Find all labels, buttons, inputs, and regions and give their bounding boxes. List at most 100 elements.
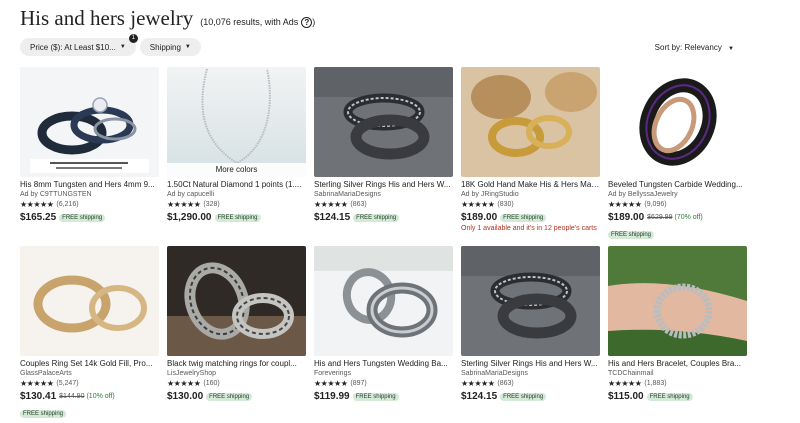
shop-name: Ad by C9TTUNGSTEN — [20, 191, 92, 198]
help-icon[interactable]: ? — [301, 16, 313, 28]
product-image[interactable] — [314, 67, 453, 177]
rating: ★★★★★ (863) — [461, 378, 600, 389]
product-title[interactable]: Sterling Silver Rings His and Hers W... — [314, 180, 453, 190]
shop-name: GlassPalaceArts — [20, 370, 72, 377]
product-card[interactable]: Sterling Silver Rings His and Hers W... … — [314, 67, 453, 223]
price-row: $1,290.00 FREE shipping — [167, 212, 306, 223]
search-header: His and hers jewelry (10,076 results, wi… — [20, 6, 315, 31]
free-shipping-badge: FREE shipping — [608, 231, 655, 239]
diamond-necklace-photo — [167, 67, 306, 177]
tungsten-ring-photo — [608, 67, 747, 177]
stock-notice: Only 1 available and it's in 12 people's… — [461, 225, 597, 232]
discount: (70% off) — [674, 214, 703, 221]
product-card[interactable]: Black twig matching rings for coupl... L… — [167, 246, 306, 402]
free-shipping-badge: FREE shipping — [206, 392, 253, 401]
rating: ★★★★★ (5,247) — [20, 378, 159, 389]
review-count: (863) — [350, 201, 367, 208]
price-filter-button[interactable]: Price ($): At Least $10... ▼ 1 — [20, 34, 138, 56]
star-rating-icon: ★★★★★ — [20, 379, 54, 388]
results-count: (10,076 results, with Ads ? ) — [200, 16, 315, 28]
gold-rings-photo — [461, 67, 600, 177]
product-image[interactable] — [20, 246, 159, 356]
product-title[interactable]: 1.50Ct Natural Diamond 1 points (1.... — [167, 180, 306, 190]
shipping-filter-button[interactable]: Shipping ▼ — [139, 38, 201, 56]
product-title[interactable]: His and Hers Tungsten Wedding Ba... — [314, 359, 453, 369]
product-title[interactable]: Beveled Tungsten Carbide Wedding... — [608, 180, 747, 190]
rating: ★★★★★ (9,096) — [608, 199, 747, 210]
chevron-down-icon: ▼ — [728, 46, 734, 52]
rating: ★★★★★ (863) — [314, 199, 453, 210]
product-image[interactable] — [461, 67, 600, 177]
more-colors-label: More colors — [167, 163, 306, 177]
product-title[interactable]: His 8mm Tungsten and Hers 4mm 9... — [20, 180, 159, 190]
tungsten-rings-photo — [20, 67, 159, 177]
free-shipping-badge: FREE shipping — [500, 392, 547, 401]
product-title[interactable]: His and Hers Bracelet, Couples Bra... — [608, 359, 747, 369]
sort-dropdown[interactable]: Sort by: Relevancy ▼ — [655, 43, 734, 52]
free-shipping-badge: FREE shipping — [59, 213, 106, 222]
star-rating-icon: ★★★★★ — [608, 200, 642, 209]
product-card[interactable]: Beveled Tungsten Carbide Wedding... Ad b… — [608, 67, 747, 241]
price-row: $119.99 FREE shipping — [314, 391, 453, 402]
star-rating-icon: ★★★★★ — [608, 379, 642, 388]
product-title[interactable]: Couples Ring Set 14k Gold Fill, Pro... — [20, 359, 159, 369]
price: $124.15 — [314, 212, 351, 223]
review-count: (897) — [350, 380, 367, 387]
review-count: (6,216) — [56, 201, 79, 208]
review-count: (9,096) — [644, 201, 667, 208]
price: $189.00 — [461, 212, 498, 223]
rating: ★★★★★ (160) — [167, 378, 306, 389]
price-row: $189.00 FREE shipping — [461, 212, 600, 223]
shop-name: Ad by JRingStudio — [461, 191, 519, 198]
silver-rings-photo — [314, 67, 453, 177]
filter-bar: Price ($): At Least $10... ▼ 1 Shipping … — [20, 34, 201, 56]
product-title[interactable]: 18K Gold Hand Make His & Hers Mat... — [461, 180, 600, 190]
product-title[interactable]: Black twig matching rings for coupl... — [167, 359, 306, 369]
product-card[interactable]: More colors 1.50Ct Natural Diamond 1 poi… — [167, 67, 306, 223]
product-image[interactable] — [20, 67, 159, 177]
product-card[interactable]: Couples Ring Set 14k Gold Fill, Pro... G… — [20, 246, 159, 420]
review-count: (1,883) — [644, 380, 667, 387]
product-title[interactable]: Sterling Silver Rings His and Hers W... — [461, 359, 600, 369]
gold-fill-rings-photo — [20, 246, 159, 356]
star-rating-icon: ★★★★★ — [314, 200, 348, 209]
page-title: His and hers jewelry — [20, 6, 194, 30]
star-rating-icon: ★★★★★ — [461, 379, 495, 388]
product-image[interactable]: More colors — [167, 67, 306, 177]
review-count: (863) — [497, 380, 514, 387]
product-image[interactable] — [167, 246, 306, 356]
free-shipping-badge: FREE shipping — [352, 392, 399, 401]
shop-name: SabrinaMariaDesigns — [314, 191, 381, 198]
product-card[interactable]: His 8mm Tungsten and Hers 4mm 9... Ad by… — [20, 67, 159, 223]
rating: ★★★★★ (1,883) — [608, 378, 747, 389]
filter-count-badge: 1 — [128, 34, 138, 43]
twig-rings-photo — [167, 246, 306, 356]
product-image[interactable] — [608, 67, 747, 177]
product-image[interactable] — [461, 246, 600, 356]
star-rating-icon: ★★★★★ — [461, 200, 495, 209]
product-card[interactable]: Sterling Silver Rings His and Hers W... … — [461, 246, 600, 402]
shop-name: TCDChainmail — [608, 370, 654, 377]
rating: ★★★★★ (328) — [167, 199, 306, 210]
tungsten-bands-photo — [314, 246, 453, 356]
price-row: $189.00 $629.99 (70% off) — [608, 212, 747, 223]
price: $189.00 — [608, 212, 645, 223]
review-count: (830) — [497, 201, 514, 208]
review-count: (5,247) — [56, 380, 79, 387]
silver-rings-photo — [461, 246, 600, 356]
free-shipping-badge: FREE shipping — [646, 392, 693, 401]
product-card[interactable]: His and Hers Tungsten Wedding Ba... Fore… — [314, 246, 453, 402]
product-card[interactable]: 18K Gold Hand Make His & Hers Mat... Ad … — [461, 67, 600, 233]
price: $124.15 — [461, 391, 498, 402]
free-shipping-badge: FREE shipping — [214, 213, 261, 222]
product-image[interactable] — [608, 246, 747, 356]
star-rating-icon: ★★★★★ — [167, 200, 201, 209]
free-shipping-badge: FREE shipping — [353, 213, 400, 222]
product-image[interactable] — [314, 246, 453, 356]
price-row: $124.15 FREE shipping — [461, 391, 600, 402]
product-card[interactable]: His and Hers Bracelet, Couples Bra... TC… — [608, 246, 747, 402]
review-count: (160) — [203, 380, 220, 387]
price-row: $124.15 FREE shipping — [314, 212, 453, 223]
chevron-down-icon: ▼ — [119, 44, 126, 50]
price: $165.25 — [20, 212, 57, 223]
